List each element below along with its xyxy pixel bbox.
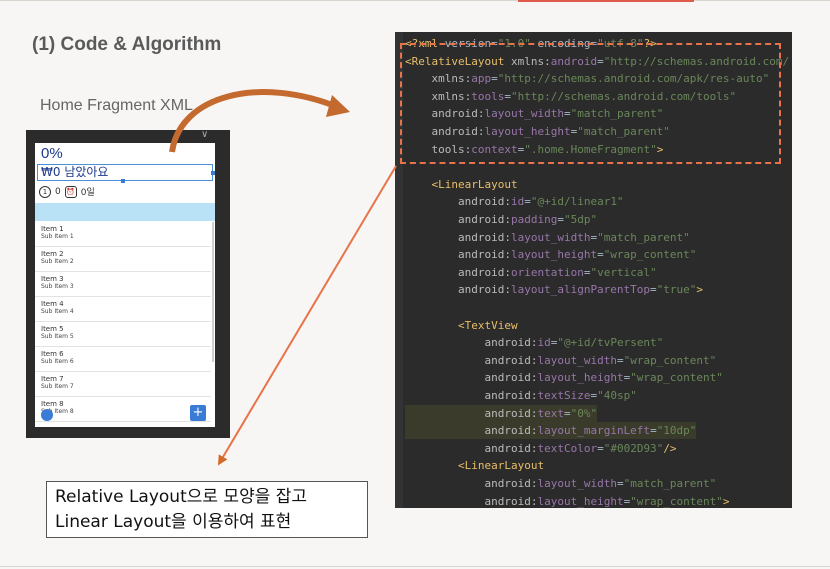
annotation-arrows — [169, 89, 397, 466]
curved-arrow — [169, 89, 342, 153]
curved-arrow-head — [326, 95, 350, 117]
diagonal-arrow — [217, 165, 397, 466]
